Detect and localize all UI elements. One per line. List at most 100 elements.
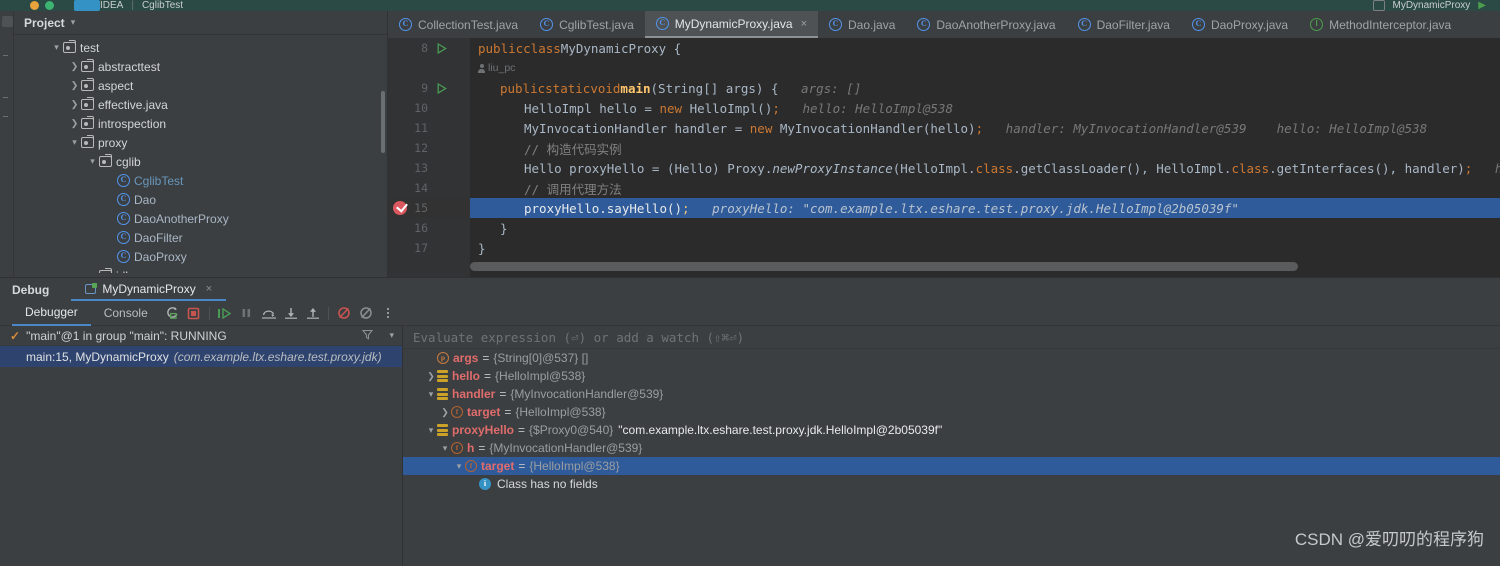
project-tree-item[interactable]: ▾ jdk (14, 266, 387, 273)
project-tree-item[interactable]: ▾ cglib (14, 152, 387, 171)
gutter-line[interactable]: 12 (388, 138, 470, 158)
gutter-line[interactable]: 9 (388, 78, 470, 98)
gutter-line[interactable]: 16 (388, 218, 470, 238)
project-tree-item[interactable]: C DaoProxy (14, 247, 387, 266)
minimize-icon[interactable] (30, 1, 39, 10)
gutter-line[interactable]: 10 (388, 98, 470, 118)
breakpoint-icon[interactable] (393, 201, 407, 215)
rerun-icon[interactable] (161, 302, 183, 324)
tab-debugger[interactable]: Debugger (12, 301, 91, 326)
variable-row[interactable]: ▾ proxyHello = {$Proxy0@540} "com.example.lt… (403, 421, 1500, 439)
editor-tab[interactable]: C DaoProxy.java (1181, 11, 1299, 38)
step-out-icon[interactable] (302, 302, 324, 324)
chevron-right-icon[interactable]: ❯ (439, 407, 451, 418)
editor-tab-label: CglibTest.java (559, 17, 634, 32)
chevron-right-icon[interactable]: ❯ (68, 118, 81, 129)
debug-session-tab[interactable]: MyDynamicProxy × (71, 278, 227, 301)
debug-body: ✓ "main"@1 in group "main": RUNNING ▾ ma… (0, 326, 1500, 566)
chevron-down-icon[interactable]: ▾ (50, 42, 63, 53)
variable-row[interactable]: ❯ hello = {HelloImpl@538} (403, 367, 1500, 385)
project-tree-item[interactable]: ❯ aspect (14, 76, 387, 95)
chevron-down-icon[interactable]: ▾ (86, 270, 99, 273)
variable-row[interactable]: ❯ f target = {HelloImpl@538} (403, 403, 1500, 421)
project-tree-item[interactable]: C CglibTest (14, 171, 387, 190)
view-breakpoints-icon[interactable] (355, 302, 377, 324)
chevron-down-icon[interactable]: ▾ (71, 17, 76, 28)
resume-program-icon[interactable] (214, 302, 236, 324)
variable-name: h (467, 441, 475, 455)
project-tree-item[interactable]: ❯ abstracttest (14, 57, 387, 76)
gutter-line[interactable]: 17 (388, 238, 470, 258)
project-tree-item[interactable]: C DaoAnotherProxy (14, 209, 387, 228)
editor-tab[interactable]: C Dao.java (818, 11, 906, 38)
editor-tab[interactable]: C DaoFilter.java (1067, 11, 1181, 38)
pause-program-icon[interactable] (236, 302, 258, 324)
debug-tab-bar[interactable]: Debug MyDynamicProxy × (0, 278, 1500, 301)
editor-tab[interactable]: C CollectionTest.java (388, 11, 529, 38)
chevron-down-icon[interactable]: ▾ (425, 389, 437, 400)
project-tree-item[interactable]: C DaoFilter (14, 228, 387, 247)
variable-row[interactable]: ▾ f target = {HelloImpl@538} (403, 457, 1500, 475)
run-config-label[interactable]: MyDynamicProxy (1393, 0, 1471, 11)
gutter-line[interactable]: 8 (388, 38, 470, 58)
gutter-line[interactable]: 14 (388, 178, 470, 198)
variable-row[interactable]: p args = {String[0]@537} [] (403, 349, 1500, 367)
chevron-down-icon[interactable]: ▾ (425, 425, 437, 436)
editor-tab[interactable]: C MyDynamicProxy.java × (644, 11, 819, 38)
variable-name: proxyHello (452, 423, 515, 437)
maximize-icon[interactable] (45, 1, 54, 10)
stop-icon[interactable] (183, 302, 205, 324)
chevron-right-icon[interactable]: ❯ (68, 99, 81, 110)
chevron-down-icon[interactable]: ▾ (68, 137, 81, 148)
editor-tab[interactable]: C CglibTest.java (529, 11, 645, 38)
run-gutter-icon[interactable] (437, 42, 447, 54)
editor-scroll-thumb[interactable] (470, 262, 1298, 271)
chevron-right-icon[interactable]: ❯ (68, 61, 81, 72)
run-button[interactable]: ▶ (1478, 0, 1486, 11)
chevron-right-icon[interactable]: ❯ (68, 80, 81, 91)
editor-tab-bar[interactable]: C CollectionTest.java C CglibTest.java C MyDy… (388, 11, 1500, 38)
debugger-toolbar[interactable]: Debugger Console (0, 301, 1500, 326)
chevron-right-icon[interactable]: ❯ (425, 371, 437, 382)
project-tree-item[interactable]: ▾ proxy (14, 133, 387, 152)
project-header[interactable]: Project ▾ (14, 11, 387, 35)
editor-tab[interactable]: C DaoAnotherProxy.java (906, 11, 1066, 38)
gutter-line[interactable] (388, 58, 470, 78)
variable-name: hello (452, 369, 481, 383)
step-into-icon[interactable] (280, 302, 302, 324)
frame-row[interactable]: main:15, MyDynamicProxy (com.example.ltx… (0, 346, 402, 367)
tab-console[interactable]: Console (91, 301, 161, 326)
project-tree[interactable]: ▾ test ❯ abstracttest ❯ aspect ❯ effective.java… (14, 35, 387, 273)
chevron-down-icon[interactable]: ▾ (86, 156, 99, 167)
project-tree-item-label: effective.java (98, 97, 168, 112)
close-icon[interactable]: × (206, 283, 212, 295)
editor-tab[interactable]: I MethodInterceptor.java (1299, 11, 1462, 38)
more-options-icon[interactable] (377, 302, 399, 324)
project-tree-item[interactable]: ❯ introspection (14, 114, 387, 133)
chevron-down-icon[interactable]: ▾ (453, 461, 465, 472)
code-editor[interactable]: 8 9 10 11 12 13 14 15 16 17 public class MyDynami… (388, 38, 1500, 277)
variable-row[interactable]: ▾ f h = {MyInvocationHandler@539} (403, 439, 1500, 457)
project-tree-item[interactable]: ❯ effective.java (14, 95, 387, 114)
gutter-line[interactable]: 15 (388, 198, 470, 218)
filter-icon[interactable] (362, 329, 374, 343)
mute-breakpoints-icon[interactable] (333, 302, 355, 324)
thread-selector[interactable]: ✓ "main"@1 in group "main": RUNNING ▾ (0, 326, 402, 346)
project-tool-button[interactable] (2, 16, 13, 27)
project-tree-scrollbar[interactable] (381, 91, 385, 153)
gutter-line[interactable]: 11 (388, 118, 470, 138)
evaluate-expression-input[interactable]: Evaluate expression (⏎) or add a watch (… (403, 326, 1500, 349)
chevron-down-icon[interactable]: ▾ (439, 443, 451, 454)
run-config-icon[interactable] (1372, 0, 1385, 11)
run-gutter-icon[interactable] (437, 82, 447, 94)
project-tree-item[interactable]: C Dao (14, 190, 387, 209)
step-over-icon[interactable] (258, 302, 280, 324)
variables-tree[interactable]: p args = {String[0]@537} [] ❯ hello = {HelloImp… (403, 349, 1500, 493)
variable-row[interactable]: i Class has no fields (403, 475, 1500, 493)
variable-row[interactable]: ▾ handler = {MyInvocationHandler@539} (403, 385, 1500, 403)
chevron-down-icon[interactable]: ▾ (389, 330, 394, 341)
gutter-line[interactable]: 13 (388, 158, 470, 178)
close-icon[interactable]: × (801, 18, 807, 30)
editor-horizontal-scrollbar[interactable] (470, 262, 1500, 271)
project-tree-item[interactable]: ▾ test (14, 38, 387, 57)
